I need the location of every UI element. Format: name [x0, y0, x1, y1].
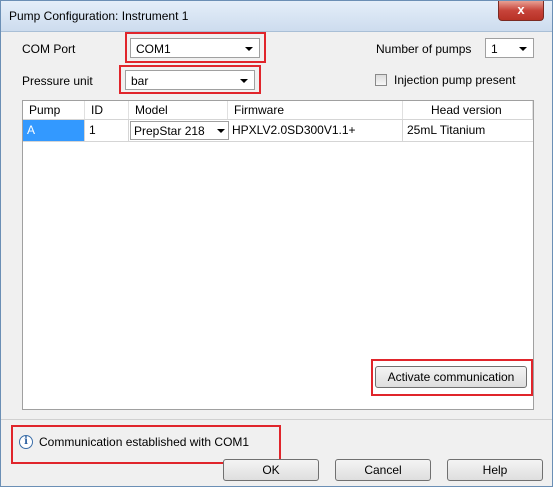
column-header-pump[interactable]: Pump: [23, 101, 85, 119]
highlight-box-activate: [371, 359, 533, 396]
title-bar[interactable]: Pump Configuration: Instrument 1 x: [1, 1, 552, 32]
window-title: Pump Configuration: Instrument 1: [9, 9, 189, 23]
cell-pump[interactable]: A: [23, 120, 85, 141]
injection-pump-checkbox[interactable]: [375, 74, 387, 86]
highlight-box-pressure-unit: [119, 65, 261, 94]
column-header-model[interactable]: Model: [129, 101, 228, 119]
pressure-unit-label: Pressure unit: [22, 74, 93, 88]
cell-id[interactable]: 1: [85, 120, 129, 141]
com-port-label: COM Port: [22, 42, 76, 56]
pump-table: Pump ID Model Firmware Head version A 1 …: [22, 100, 534, 410]
number-of-pumps-value: 1: [491, 42, 498, 56]
status-divider: [1, 419, 552, 420]
number-of-pumps-label: Number of pumps: [376, 42, 472, 56]
cancel-button[interactable]: Cancel: [335, 459, 431, 481]
column-header-firmware[interactable]: Firmware: [228, 101, 403, 119]
column-header-id[interactable]: ID: [85, 101, 129, 119]
column-header-head-version[interactable]: Head version: [403, 101, 533, 119]
model-select[interactable]: PrepStar 218: [130, 121, 229, 140]
injection-pump-label: Injection pump present: [394, 73, 516, 87]
help-button[interactable]: Help: [447, 459, 543, 481]
chevron-down-icon: [217, 129, 225, 133]
chevron-down-icon: [519, 47, 527, 51]
cell-firmware[interactable]: HPXLV2.0SD300V1.1+: [228, 120, 403, 141]
table-row[interactable]: A 1 PrepStar 218 HPXLV2.0SD300V1.1+ 25mL…: [23, 120, 533, 142]
highlight-box-com-port: [125, 32, 266, 63]
pump-configuration-dialog: Pump Configuration: Instrument 1 x COM P…: [0, 0, 553, 487]
cell-head-version[interactable]: 25mL Titanium: [403, 120, 533, 141]
close-button[interactable]: x: [498, 1, 544, 21]
ok-button[interactable]: OK: [223, 459, 319, 481]
cell-model: PrepStar 218: [134, 124, 205, 138]
close-icon: x: [517, 2, 525, 17]
number-of-pumps-select[interactable]: 1: [485, 38, 534, 58]
table-header: Pump ID Model Firmware Head version: [23, 101, 533, 120]
